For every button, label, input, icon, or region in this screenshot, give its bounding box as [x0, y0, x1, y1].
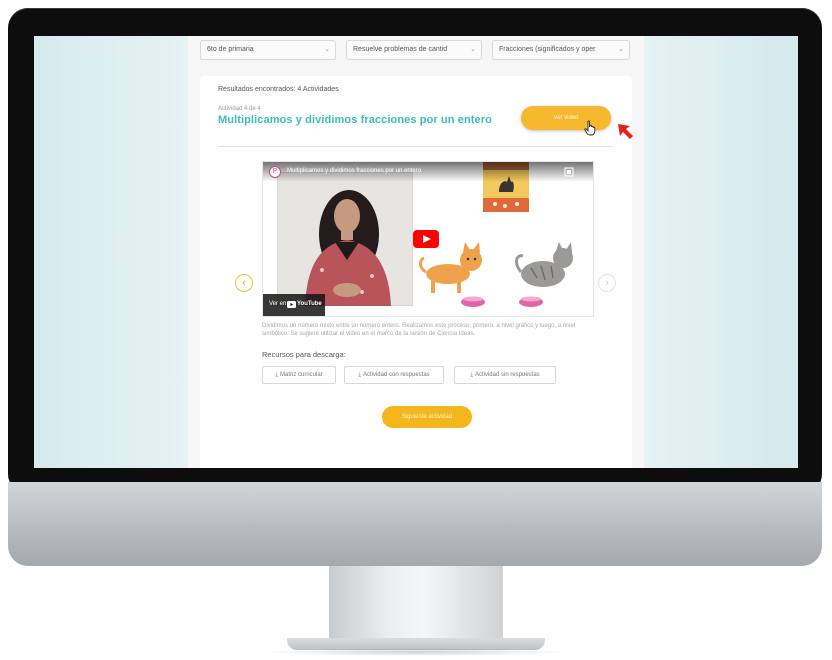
chevron-down-icon: ⌄ [618, 46, 624, 53]
topic-select[interactable]: Fracciones (significados y oper ⌄ [492, 40, 630, 60]
monitor-stand-shadow [260, 648, 572, 656]
activity-title: Multiplicamos y dividimos fracciones por… [218, 114, 492, 126]
hand-cursor-icon [584, 120, 596, 136]
chevron-down-icon: ⌄ [470, 46, 476, 53]
grade-select[interactable]: 6to de primaria ⌄ [200, 40, 336, 60]
play-icon[interactable] [413, 230, 439, 248]
next-activity-label: Siguiente actividad [401, 414, 453, 420]
video-title[interactable]: Multiplicamos y dividimos fracciones por… [287, 168, 421, 174]
download-curriculum-button[interactable]: ⤓ Matriz curricular [262, 366, 336, 384]
carousel-prev-button[interactable]: ‹ [235, 274, 253, 292]
chevron-right-icon: › [605, 277, 609, 289]
resources-label: Recursos para descarga: [262, 350, 346, 359]
filter-bar: 6to de primaria ⌄ Resuelve problemas de … [200, 40, 632, 60]
grade-select-value: 6to de primaria [207, 46, 254, 53]
download-without-answers-label: Actividad sin respuestas [474, 372, 540, 378]
watch-on-youtube-button[interactable]: Ver en YouTube [263, 294, 325, 316]
channel-avatar[interactable]: P [269, 166, 281, 178]
download-with-answers-button[interactable]: ⤓ Actividad con respuestas [344, 366, 444, 384]
divider [218, 146, 612, 147]
red-arrow-icon [618, 124, 633, 139]
download-icon: ⤓ [275, 372, 278, 378]
topic-select-value: Fracciones (significados y oper [499, 46, 596, 53]
activity-description: Dividimos un número mixto entre un númer… [262, 323, 576, 337]
download-curriculum-label: Matriz curricular [279, 372, 323, 378]
watch-video-button-label: Ver video [553, 115, 579, 121]
competency-select[interactable]: Resuelve problemas de cantid ⌄ [346, 40, 482, 60]
chevron-down-icon: ⌄ [324, 46, 330, 53]
video-player[interactable]: P Multiplicamos y dividimos fracciones p… [262, 161, 594, 317]
share-icon[interactable] [563, 166, 575, 178]
carousel-next-button[interactable]: › [598, 274, 616, 292]
watch-on-label: Ver en [269, 301, 287, 307]
activity-card: Resultados encontrados: 4 Actividades Ac… [200, 76, 633, 468]
youtube-wordmark: YouTube [297, 301, 322, 307]
download-icon: ⤓ [470, 372, 473, 378]
cats-illustration [419, 162, 573, 307]
presenter-video-frame [277, 172, 413, 306]
next-activity-button[interactable]: Siguiente actividad [382, 406, 472, 428]
page-content: 6to de primaria ⌄ Resuelve problemas de … [188, 36, 644, 468]
activity-counter: Actividad 4 de 4 [218, 106, 261, 112]
youtube-logo-icon [287, 301, 296, 308]
download-with-answers-label: Actividad con respuestas [362, 372, 430, 378]
results-count: Resultados encontrados: 4 Actividades [218, 86, 339, 93]
screen: 6to de primaria ⌄ Resuelve problemas de … [34, 36, 798, 468]
chevron-left-icon: ‹ [242, 277, 246, 289]
download-icon: ⤓ [358, 372, 361, 378]
competency-select-value: Resuelve problemas de cantid [353, 46, 448, 53]
monitor-stand-neck [329, 566, 503, 642]
monitor-chin [8, 482, 822, 566]
download-without-answers-button[interactable]: ⤓ Actividad sin respuestas [454, 366, 556, 384]
